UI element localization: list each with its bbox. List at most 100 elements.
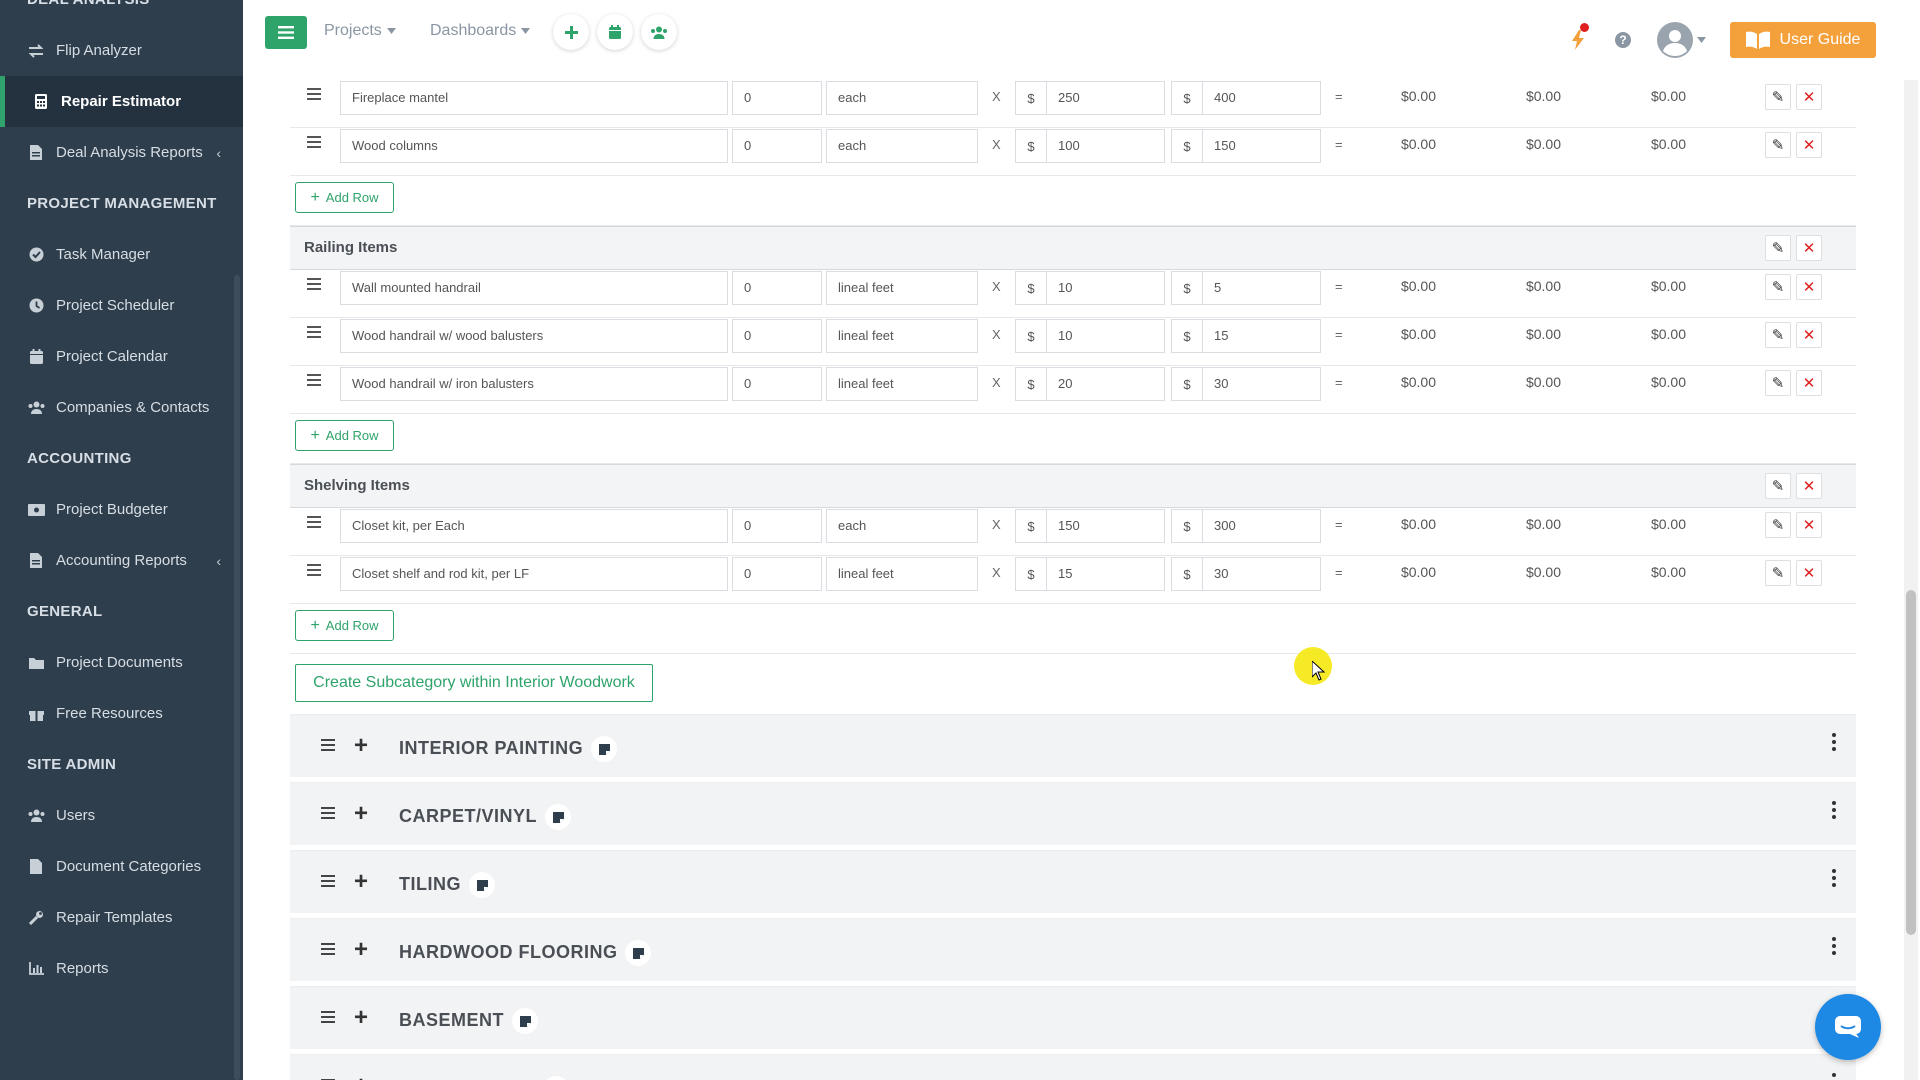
expand-plus-icon[interactable]: +: [354, 936, 368, 964]
high-cost-input[interactable]: 5: [1202, 271, 1321, 305]
low-cost-input[interactable]: 10: [1046, 319, 1165, 353]
unit-select[interactable]: lineal feet: [826, 271, 978, 305]
sidebar-item-users[interactable]: Users: [0, 790, 243, 841]
quantity-input[interactable]: 0: [732, 319, 822, 353]
high-cost-input[interactable]: 400: [1202, 81, 1321, 115]
item-name-input[interactable]: Wood columns: [340, 129, 728, 163]
sidebar-item-document-categories[interactable]: Document Categories: [0, 841, 243, 892]
item-name-input[interactable]: Wood handrail w/ wood balusters: [340, 319, 728, 353]
delete-row-button[interactable]: ✕: [1796, 84, 1822, 110]
unit-select[interactable]: each: [826, 509, 978, 543]
drag-handle-icon[interactable]: [307, 516, 321, 528]
user-menu[interactable]: [1657, 22, 1709, 58]
sidebar-item-project-budgeter[interactable]: Project Budgeter: [0, 484, 243, 535]
sidebar-item-companies-contacts[interactable]: Companies & Contacts: [0, 382, 243, 433]
chat-button[interactable]: [1815, 994, 1881, 1060]
add-row-button[interactable]: + Add Row: [295, 420, 394, 451]
unit-select[interactable]: lineal feet: [826, 319, 978, 353]
expand-plus-icon[interactable]: +: [354, 1072, 368, 1080]
sidebar-item-project-scheduler[interactable]: Project Scheduler: [0, 280, 243, 331]
add-row-button[interactable]: + Add Row: [295, 182, 394, 213]
high-cost-input[interactable]: 150: [1202, 129, 1321, 163]
unit-select[interactable]: lineal feet: [826, 367, 978, 401]
delete-row-button[interactable]: ✕: [1796, 512, 1822, 538]
delete-subcategory-button[interactable]: ✕: [1796, 473, 1822, 499]
edit-subcategory-button[interactable]: ✎: [1765, 473, 1791, 499]
delete-subcategory-button[interactable]: ✕: [1796, 235, 1822, 261]
edit-row-button[interactable]: ✎: [1765, 132, 1791, 158]
delete-row-button[interactable]: ✕: [1796, 322, 1822, 348]
drag-handle-icon[interactable]: [307, 564, 321, 576]
drag-handle-icon[interactable]: [307, 326, 321, 338]
more-options-icon[interactable]: [1832, 937, 1838, 958]
low-cost-input[interactable]: 250: [1046, 81, 1165, 115]
edit-row-button[interactable]: ✎: [1765, 84, 1791, 110]
high-cost-input[interactable]: 15: [1202, 319, 1321, 353]
low-cost-input[interactable]: 15: [1046, 557, 1165, 591]
item-name-input[interactable]: Closet shelf and rod kit, per LF: [340, 557, 728, 591]
note-button[interactable]: [543, 1076, 570, 1080]
drag-handle-icon[interactable]: [321, 1011, 335, 1026]
drag-handle-icon[interactable]: [321, 875, 335, 890]
sidebar-item-accounting-reports[interactable]: Accounting Reports ‹: [0, 535, 243, 586]
create-subcategory-button[interactable]: Create Subcategory within Interior Woodw…: [295, 664, 653, 702]
quantity-input[interactable]: 0: [732, 367, 822, 401]
calendar-button[interactable]: [597, 14, 633, 50]
note-button[interactable]: [469, 872, 495, 898]
low-cost-input[interactable]: 10: [1046, 271, 1165, 305]
notifications-button[interactable]: [1570, 23, 1589, 50]
sidebar-item-project-calendar[interactable]: Project Calendar: [0, 331, 243, 382]
expand-plus-icon[interactable]: +: [354, 732, 368, 760]
contacts-button[interactable]: [641, 14, 677, 50]
edit-row-button[interactable]: ✎: [1765, 274, 1791, 300]
drag-handle-icon[interactable]: [307, 136, 321, 148]
more-options-icon[interactable]: [1832, 869, 1838, 890]
edit-row-button[interactable]: ✎: [1765, 512, 1791, 538]
item-name-input[interactable]: Closet kit, per Each: [340, 509, 728, 543]
high-cost-input[interactable]: 300: [1202, 509, 1321, 543]
add-row-button[interactable]: + Add Row: [295, 610, 394, 641]
low-cost-input[interactable]: 20: [1046, 367, 1165, 401]
low-cost-input[interactable]: 150: [1046, 509, 1165, 543]
sidebar-item-task-manager[interactable]: Task Manager: [0, 229, 243, 280]
high-cost-input[interactable]: 30: [1202, 367, 1321, 401]
scrollbar-thumb[interactable]: [1906, 590, 1916, 935]
dashboards-dropdown[interactable]: Dashboards: [430, 22, 531, 40]
expand-plus-icon[interactable]: +: [354, 800, 368, 828]
item-name-input[interactable]: Fireplace mantel: [340, 81, 728, 115]
projects-dropdown[interactable]: Projects: [324, 22, 396, 40]
expand-plus-icon[interactable]: +: [354, 868, 368, 896]
drag-handle-icon[interactable]: [321, 943, 335, 958]
note-button[interactable]: [545, 804, 572, 830]
item-name-input[interactable]: Wall mounted handrail: [340, 271, 728, 305]
delete-row-button[interactable]: ✕: [1796, 370, 1822, 396]
note-button[interactable]: [512, 1008, 539, 1034]
unit-select[interactable]: lineal feet: [826, 557, 978, 591]
edit-subcategory-button[interactable]: ✎: [1765, 235, 1791, 261]
menu-toggle-button[interactable]: [265, 16, 307, 49]
drag-handle-icon[interactable]: [307, 88, 321, 100]
quantity-input[interactable]: 0: [732, 557, 822, 591]
more-options-icon[interactable]: [1832, 801, 1838, 822]
add-button[interactable]: [553, 14, 589, 50]
unit-select[interactable]: each: [826, 129, 978, 163]
drag-handle-icon[interactable]: [321, 739, 335, 754]
drag-handle-icon[interactable]: [321, 807, 335, 822]
expand-plus-icon[interactable]: +: [354, 1004, 368, 1032]
drag-handle-icon[interactable]: [307, 278, 321, 290]
note-button[interactable]: [591, 736, 618, 762]
sidebar-item-free-resources[interactable]: Free Resources: [0, 688, 243, 739]
quantity-input[interactable]: 0: [732, 81, 822, 115]
note-button[interactable]: [625, 940, 652, 966]
delete-row-button[interactable]: ✕: [1796, 274, 1822, 300]
high-cost-input[interactable]: 30: [1202, 557, 1321, 591]
page-scrollbar[interactable]: [1904, 80, 1918, 1080]
quantity-input[interactable]: 0: [732, 509, 822, 543]
help-button[interactable]: ?: [1615, 32, 1631, 48]
quantity-input[interactable]: 0: [732, 129, 822, 163]
quantity-input[interactable]: 0: [732, 271, 822, 305]
user-guide-button[interactable]: User Guide: [1730, 22, 1876, 58]
edit-row-button[interactable]: ✎: [1765, 560, 1791, 586]
sidebar-item-project-documents[interactable]: Project Documents: [0, 637, 243, 688]
sidebar-item-flip-analyzer[interactable]: Flip Analyzer: [0, 25, 243, 76]
